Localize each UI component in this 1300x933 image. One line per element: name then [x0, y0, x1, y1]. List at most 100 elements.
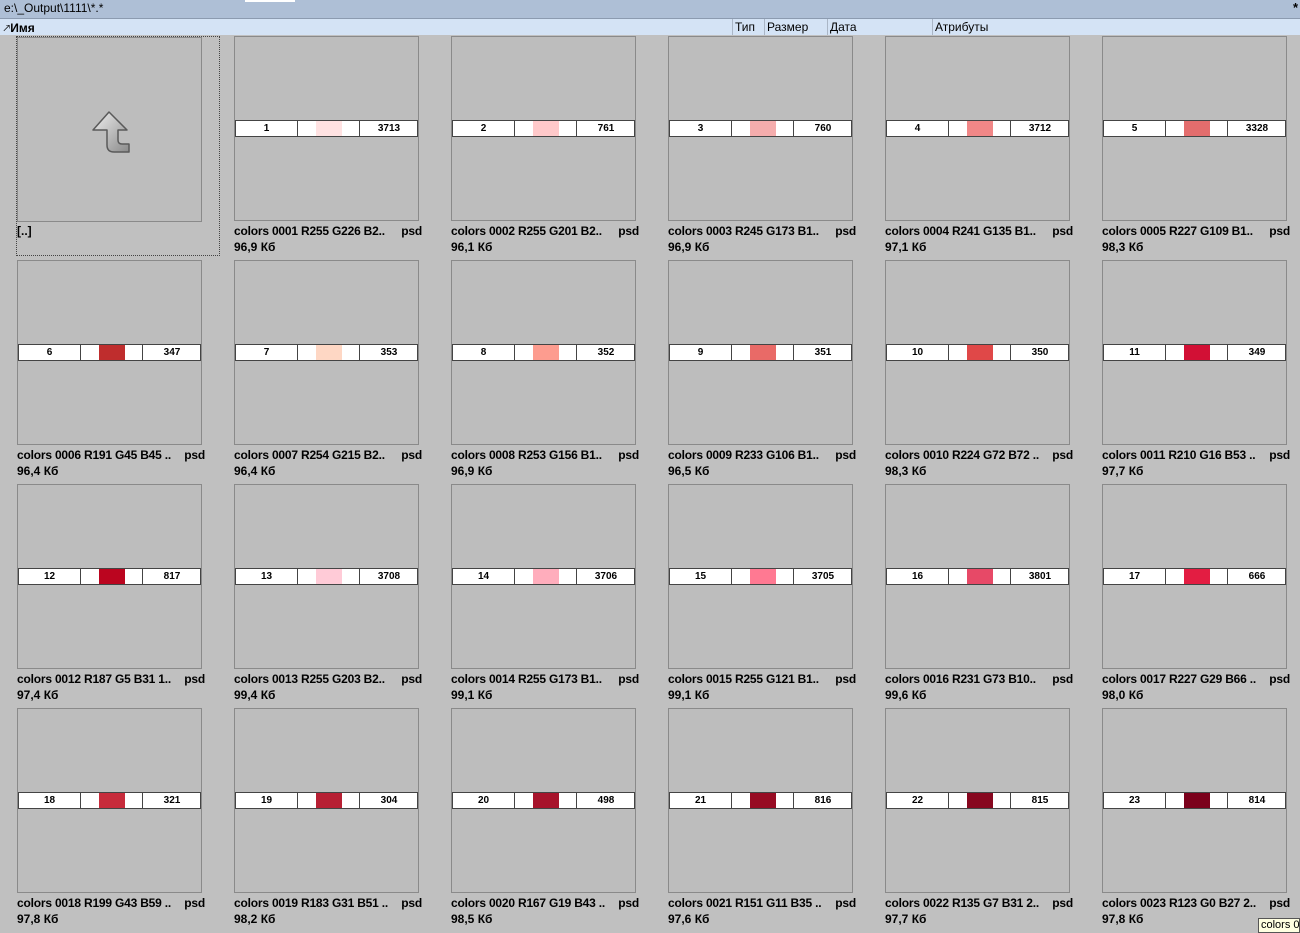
file-extension: psd [618, 672, 639, 686]
file-size: 98,2 Кб [234, 912, 276, 926]
color-swatch [750, 793, 776, 808]
file-size: 98,3 Кб [1102, 240, 1144, 254]
file-tile[interactable]: 11 349 colors 0011 R210 G16 B53 .. psd 97,7 … [1085, 260, 1290, 480]
path-selection-marker [245, 0, 295, 2]
file-extension: psd [1269, 448, 1290, 462]
color-index: 10 [911, 347, 924, 358]
file-extension: psd [1269, 896, 1290, 910]
column-type[interactable]: Тип [735, 20, 755, 34]
strip-divider [1165, 569, 1166, 584]
file-name-text: colors 0012 R187 G5 B31 1.. [17, 672, 172, 686]
color-code: 3706 [594, 571, 618, 582]
column-separator[interactable] [932, 19, 933, 35]
file-thumbnail: 11 349 [1102, 260, 1287, 445]
color-swatch [99, 345, 125, 360]
color-code: 815 [1031, 795, 1049, 806]
file-tile[interactable]: 19 304 colors 0019 R183 G31 B51 .. psd 98,2 … [217, 708, 422, 928]
file-tile[interactable]: 16 3801 colors 0016 R231 G73 B10.. psd 99,6 … [868, 484, 1073, 704]
color-index: 22 [911, 795, 924, 806]
file-name: colors 0008 R253 G156 B1.. psd [451, 448, 639, 462]
file-extension: psd [835, 672, 856, 686]
file-name: colors 0022 R135 G7 B31 2.. psd [885, 896, 1073, 910]
file-tile[interactable]: 8 352 colors 0008 R253 G156 B1.. psd 96,9 Кб [434, 260, 639, 480]
file-tile[interactable]: 1 3713 colors 0001 R255 G226 B2.. psd 96,9 К… [217, 36, 422, 256]
strip-divider [297, 121, 298, 136]
color-code: 352 [597, 347, 615, 358]
file-tile[interactable]: 12 817 colors 0012 R187 G5 B31 1.. psd 97,4 … [0, 484, 205, 704]
file-extension: psd [184, 672, 205, 686]
color-swatch [533, 793, 559, 808]
file-tile[interactable]: 14 3706 colors 0014 R255 G173 B1.. psd 99,1 … [434, 484, 639, 704]
file-tile[interactable]: 10 350 colors 0010 R224 G72 B72 .. psd 98,3 … [868, 260, 1073, 480]
strip-divider [1165, 121, 1166, 136]
file-size: 96,4 Кб [17, 464, 59, 478]
column-separator[interactable] [732, 19, 733, 35]
file-tile[interactable]: 4 3712 colors 0004 R241 G135 B1.. psd 97,1 К… [868, 36, 1073, 256]
file-size: 99,6 Кб [885, 688, 927, 702]
column-separator[interactable] [764, 19, 765, 35]
column-separator[interactable] [827, 19, 828, 35]
file-tile[interactable]: 20 498 colors 0020 R167 G19 B43 .. psd 98,5 … [434, 708, 639, 928]
file-size: 97,7 Кб [885, 912, 927, 926]
file-extension: psd [835, 896, 856, 910]
color-index: 2 [480, 123, 487, 134]
strip-divider [297, 569, 298, 584]
file-name: colors 0018 R199 G43 B59 .. psd [17, 896, 205, 910]
color-index: 7 [263, 347, 270, 358]
color-swatch [1184, 121, 1210, 136]
column-date[interactable]: Дата [830, 20, 857, 34]
file-size: 97,8 Кб [17, 912, 59, 926]
file-size: 98,0 Кб [1102, 688, 1144, 702]
color-swatch [967, 345, 993, 360]
file-tile[interactable]: 2 761 colors 0002 R255 G201 B2.. psd 96,1 Кб [434, 36, 639, 256]
file-tile[interactable]: 17 666 colors 0017 R227 G29 B66 .. psd 98,0 … [1085, 484, 1290, 704]
color-swatch [1184, 345, 1210, 360]
color-index: 9 [697, 347, 704, 358]
file-size: 96,5 Кб [668, 464, 710, 478]
file-tile[interactable]: 3 760 colors 0003 R245 G173 B1.. psd 96,9 Кб [651, 36, 856, 256]
color-code: 816 [814, 795, 832, 806]
file-thumbnail: 10 350 [885, 260, 1070, 445]
strip-divider [80, 345, 81, 360]
column-size[interactable]: Размер [767, 20, 808, 34]
file-extension: psd [1269, 224, 1290, 238]
file-extension: psd [184, 896, 205, 910]
file-tile[interactable]: 21 816 colors 0021 R151 G11 B35 .. psd 97,6 … [651, 708, 856, 928]
file-tile[interactable]: 22 815 colors 0022 R135 G7 B31 2.. psd 97,7 … [868, 708, 1073, 928]
color-code: 304 [380, 795, 398, 806]
strip-divider [731, 345, 732, 360]
file-tile[interactable]: 9 351 colors 0009 R233 G106 B1.. psd 96,5 Кб [651, 260, 856, 480]
color-index: 8 [480, 347, 487, 358]
parent-directory-label: [..] [17, 224, 32, 238]
file-tile[interactable]: 18 321 colors 0018 R199 G43 B59 .. psd 97,8 … [0, 708, 205, 928]
parent-directory-tile[interactable]: [..] [16, 36, 220, 256]
file-size: 99,4 Кб [234, 688, 276, 702]
color-swatch [533, 345, 559, 360]
color-index: 23 [1128, 795, 1141, 806]
file-tile[interactable]: 6 347 colors 0006 R191 G45 B45 .. psd 96,4 К… [0, 260, 205, 480]
file-tile[interactable]: 15 3705 colors 0015 R255 G121 B1.. psd 99,1 … [651, 484, 856, 704]
file-thumbnail: 7 353 [234, 260, 419, 445]
file-tile[interactable]: 13 3708 colors 0013 R255 G203 B2.. psd 99,4 … [217, 484, 422, 704]
file-thumbnail: 22 815 [885, 708, 1070, 893]
path-bar[interactable]: e:\_Output\1111\*.* * [0, 0, 1300, 19]
color-code: 666 [1248, 571, 1266, 582]
file-tile[interactable]: 5 3328 colors 0005 R227 G109 B1.. psd 98,3 К… [1085, 36, 1290, 256]
file-name-text: colors 0004 R241 G135 B1.. [885, 224, 1036, 238]
file-name: colors 0021 R151 G11 B35 .. psd [668, 896, 856, 910]
color-strip: 1 3713 [235, 120, 418, 137]
color-swatch [99, 569, 125, 584]
file-thumbnail: 5 3328 [1102, 36, 1287, 221]
file-name: colors 0023 R123 G0 B27 2.. psd [1102, 896, 1290, 910]
file-thumbnail: 12 817 [17, 484, 202, 669]
color-strip: 19 304 [235, 792, 418, 809]
file-name-text: colors 0013 R255 G203 B2.. [234, 672, 385, 686]
file-tile[interactable]: 23 814 colors 0023 R123 G0 B27 2.. psd 97,8 … [1085, 708, 1290, 928]
favorites-star-button[interactable]: * [1293, 0, 1298, 15]
file-name: colors 0014 R255 G173 B1.. psd [451, 672, 639, 686]
strip-divider [948, 121, 949, 136]
column-attributes[interactable]: Атрибуты [935, 20, 988, 34]
color-code: 761 [597, 123, 615, 134]
file-size: 97,7 Кб [1102, 464, 1144, 478]
file-tile[interactable]: 7 353 colors 0007 R254 G215 B2.. psd 96,4 Кб [217, 260, 422, 480]
